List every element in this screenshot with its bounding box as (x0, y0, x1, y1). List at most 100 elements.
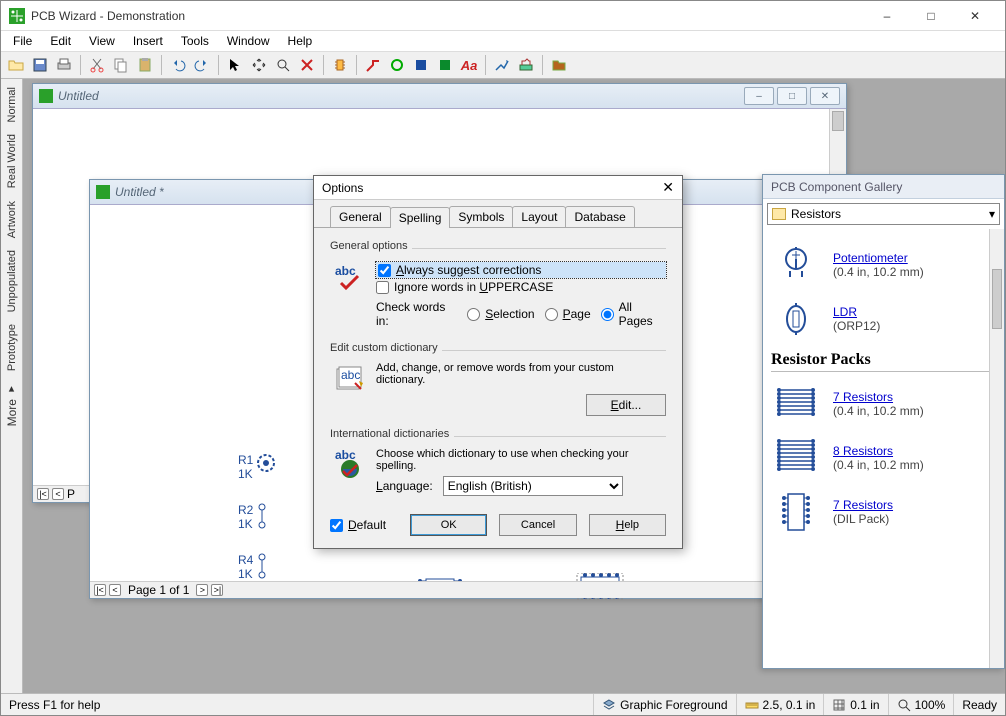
gallery-item[interactable]: 8 Resistors(0.4 in, 10.2 mm) (771, 436, 996, 480)
menu-window[interactable]: Window (219, 32, 278, 50)
menu-view[interactable]: View (81, 32, 123, 50)
gallery-item[interactable]: LDR(ORP12) (771, 297, 996, 341)
menu-tools[interactable]: Tools (173, 32, 217, 50)
resistor-pack-icon (771, 382, 821, 426)
intl-text: Choose which dictionary to use when chec… (376, 448, 666, 472)
zoom-icon[interactable] (272, 54, 294, 76)
copper-icon[interactable] (434, 54, 456, 76)
tab-real-world[interactable]: Real World (4, 130, 20, 192)
group-label: International dictionaries (330, 428, 666, 440)
close-button[interactable]: ✕ (953, 1, 997, 31)
tab-artwork[interactable]: Artwork (4, 197, 20, 242)
gallery-vscroll[interactable] (989, 229, 1004, 668)
status-layer[interactable]: Graphic Foreground (593, 694, 735, 715)
dialog-titlebar[interactable]: Options ✕ (314, 176, 682, 200)
pager-first-icon[interactable]: |< (37, 488, 49, 500)
gallery-item-text: 8 Resistors(0.4 in, 10.2 mm) (833, 444, 924, 472)
text-icon[interactable]: Aa (458, 54, 480, 76)
component-r2[interactable] (254, 501, 274, 531)
paste-icon[interactable] (134, 54, 156, 76)
cut-icon[interactable] (86, 54, 108, 76)
status-grid[interactable]: 0.1 in (823, 694, 887, 715)
component-r1[interactable] (254, 453, 278, 473)
opt-always-suggest[interactable]: Always suggest corrections (376, 262, 666, 278)
convert-icon[interactable] (515, 54, 537, 76)
language-select[interactable]: English (British) (443, 476, 623, 496)
track-icon[interactable] (362, 54, 384, 76)
tab-general[interactable]: General (330, 206, 391, 227)
gallery-item-text: LDR(ORP12) (833, 305, 880, 333)
default-checkbox[interactable]: Default (330, 518, 386, 532)
mdi-client-area: Normal Real World Artwork Unpopulated Pr… (1, 79, 1005, 693)
cancel-button[interactable]: Cancel (499, 514, 576, 536)
check-words-row: Check words in: Selection Page All Pages (376, 298, 666, 330)
pager-next-icon[interactable]: > (196, 584, 208, 596)
status-ready: Ready (953, 694, 1005, 715)
tab-more[interactable]: More ▾ (3, 379, 21, 430)
menu-insert[interactable]: Insert (125, 32, 171, 50)
redo-icon[interactable] (191, 54, 213, 76)
pad-square-icon[interactable] (410, 54, 432, 76)
library-icon[interactable] (548, 54, 570, 76)
doc1-maximize[interactable]: □ (777, 87, 807, 105)
gallery-item[interactable]: 7 Resistors(0.4 in, 10.2 mm) (771, 382, 996, 426)
menu-file[interactable]: File (5, 32, 40, 50)
minimize-button[interactable]: – (865, 1, 909, 31)
tab-unpopulated[interactable]: Unpopulated (4, 246, 20, 316)
dialog-body: General options abc Always suggest corre… (314, 228, 682, 510)
maximize-button[interactable]: □ (909, 1, 953, 31)
gallery-category-select[interactable]: Resistors ▾ (767, 203, 1000, 225)
doc2-hscroll[interactable] (270, 581, 831, 598)
gallery-item[interactable]: 7 Resistors(DIL Pack) (771, 490, 996, 534)
opt-suggest-text: lways suggest corrections (404, 263, 541, 277)
divider (771, 371, 996, 372)
pager-first-icon[interactable]: |< (94, 584, 106, 596)
gallery-body[interactable]: Potentiometer(0.4 in, 10.2 mm) LDR(ORP12… (763, 229, 1004, 668)
print-icon[interactable] (53, 54, 75, 76)
separator (356, 55, 357, 75)
pager-last-icon[interactable]: >| (211, 584, 223, 596)
titlebar: PCB Wizard - Demonstration – □ ✕ (1, 1, 1005, 31)
pan-icon[interactable] (248, 54, 270, 76)
component-r4[interactable] (254, 551, 274, 581)
radio-selection[interactable]: Selection (467, 307, 534, 321)
save-icon[interactable] (29, 54, 51, 76)
help-button[interactable]: Help (589, 514, 666, 536)
tab-symbols[interactable]: Symbols (449, 206, 513, 227)
doc1-titlebar[interactable]: Untitled – □ ✕ (33, 84, 846, 109)
status-zoom[interactable]: 100% (888, 694, 954, 715)
separator (542, 55, 543, 75)
radio-page[interactable]: Page (545, 307, 591, 321)
edit-dict-button[interactable]: Edit... (586, 394, 666, 416)
pointer-icon[interactable] (224, 54, 246, 76)
tab-prototype[interactable]: Prototype (4, 320, 20, 375)
checkbox-always-suggest[interactable] (378, 264, 391, 277)
doc1-minimize[interactable]: – (744, 87, 774, 105)
checkbox-ignore-uppercase[interactable] (376, 281, 389, 294)
undo-icon[interactable] (167, 54, 189, 76)
chevron-down-icon: ▾ (989, 207, 995, 221)
language-label: Language: (376, 479, 433, 493)
doc1-close[interactable]: ✕ (810, 87, 840, 105)
component-icon[interactable] (329, 54, 351, 76)
copy-icon[interactable] (110, 54, 132, 76)
gallery-item[interactable]: Potentiometer(0.4 in, 10.2 mm) (771, 243, 996, 287)
menu-help[interactable]: Help (280, 32, 321, 50)
pager-prev-icon[interactable]: < (52, 488, 64, 500)
tab-spelling[interactable]: Spelling (390, 207, 451, 228)
open-icon[interactable] (5, 54, 27, 76)
pager-prev-icon[interactable]: < (109, 584, 121, 596)
tab-database[interactable]: Database (565, 206, 634, 227)
autoroute-icon[interactable] (491, 54, 513, 76)
delete-icon[interactable] (296, 54, 318, 76)
menu-edit[interactable]: Edit (42, 32, 79, 50)
gallery-title[interactable]: PCB Component Gallery (763, 175, 1004, 199)
opt-ignore-uppercase[interactable]: Ignore words in UPPERCASE (376, 280, 666, 294)
tab-layout[interactable]: Layout (512, 206, 566, 227)
dialog-close-icon[interactable]: ✕ (662, 179, 674, 196)
pad-circle-icon[interactable] (386, 54, 408, 76)
tab-normal[interactable]: Normal (4, 83, 20, 126)
gallery-item-text: 7 Resistors(0.4 in, 10.2 mm) (833, 390, 924, 418)
radio-all-pages[interactable]: All Pages (601, 300, 666, 328)
ok-button[interactable]: OK (410, 514, 487, 536)
